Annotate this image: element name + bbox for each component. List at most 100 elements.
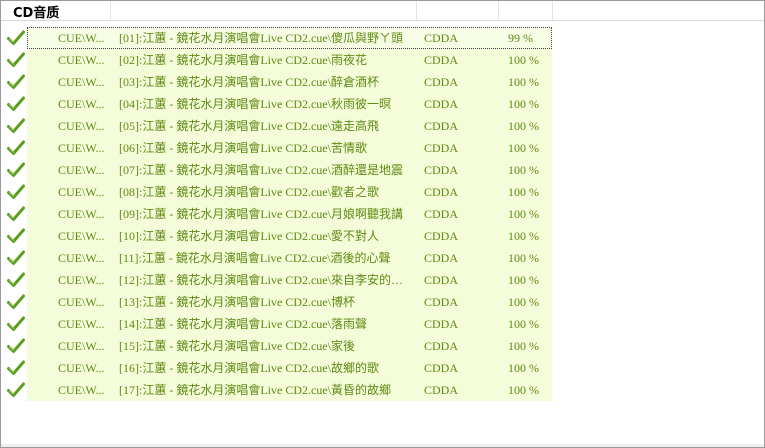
check-icon (7, 382, 25, 397)
track-row[interactable]: CUE\W... [10]:江蕙 - 鏡花水月演唱會Live CD2.cue\愛… (1, 225, 764, 247)
track-row[interactable]: CUE\W... [16]:江蕙 - 鏡花水月演唱會Live CD2.cue\故… (1, 357, 764, 379)
track-progress: 100 % (508, 163, 539, 177)
check-icon (7, 228, 25, 243)
track-name: [14]:江蕙 - 鏡花水月演唱會Live CD2.cue\落雨聲 (119, 317, 367, 331)
track-progress: 100 % (508, 339, 539, 353)
check-icon (7, 118, 25, 133)
track-name: [10]:江蕙 - 鏡花水月演唱會Live CD2.cue\愛不對人 (119, 229, 379, 243)
track-row[interactable]: CUE\W... [15]:江蕙 - 鏡花水月演唱會Live CD2.cue\家… (1, 335, 764, 357)
track-progress: 99 % (508, 31, 533, 45)
track-list[interactable]: CUE\W... [01]:江蕙 - 鏡花水月演唱會Live CD2.cue\傻… (1, 27, 764, 401)
track-progress: 100 % (508, 207, 539, 221)
track-name: [03]:江蕙 - 鏡花水月演唱會Live CD2.cue\醉倉酒杯 (119, 75, 379, 89)
list-header: CD音质 (1, 1, 764, 21)
track-format: CDDA (424, 53, 459, 67)
track-format: CDDA (424, 383, 459, 397)
track-path: CUE\W... (58, 251, 105, 265)
track-progress: 100 % (508, 273, 539, 287)
track-format: CDDA (424, 273, 459, 287)
track-name: [08]:江蕙 - 鏡花水月演唱會Live CD2.cue\歡者之歌 (119, 185, 379, 199)
track-progress: 100 % (508, 383, 539, 397)
track-progress: 100 % (508, 185, 539, 199)
track-row[interactable]: CUE\W... [08]:江蕙 - 鏡花水月演唱會Live CD2.cue\歡… (1, 181, 764, 203)
track-name: [11]:江蕙 - 鏡花水月演唱會Live CD2.cue\酒後的心聲 (119, 251, 391, 265)
check-icon (7, 140, 25, 155)
bottom-edge (1, 444, 764, 447)
track-progress: 100 % (508, 119, 539, 133)
track-format: CDDA (424, 251, 459, 265)
check-icon (7, 96, 25, 111)
column-title-cd-quality[interactable]: CD音质 (13, 2, 59, 21)
track-row[interactable]: CUE\W... [17]:江蕙 - 鏡花水月演唱會Live CD2.cue\黃… (1, 379, 764, 401)
column-divider[interactable] (416, 1, 417, 20)
track-format: CDDA (424, 97, 459, 111)
track-row[interactable]: CUE\W... [14]:江蕙 - 鏡花水月演唱會Live CD2.cue\落… (1, 313, 764, 335)
track-row[interactable]: CUE\W... [03]:江蕙 - 鏡花水月演唱會Live CD2.cue\醉… (1, 71, 764, 93)
check-icon (7, 74, 25, 89)
track-path: CUE\W... (58, 53, 105, 67)
column-divider[interactable] (498, 1, 499, 20)
check-icon (7, 206, 25, 221)
track-name: [01]:江蕙 - 鏡花水月演唱會Live CD2.cue\傻瓜與野ㄚ頭 (119, 31, 403, 45)
track-format: CDDA (424, 75, 459, 89)
track-progress: 100 % (508, 361, 539, 375)
track-format: CDDA (424, 163, 459, 177)
check-icon (7, 162, 25, 177)
track-progress: 100 % (508, 141, 539, 155)
check-icon (7, 250, 25, 265)
track-row[interactable]: CUE\W... [12]:江蕙 - 鏡花水月演唱會Live CD2.cue\來… (1, 269, 764, 291)
track-path: CUE\W... (58, 229, 105, 243)
track-format: CDDA (424, 185, 459, 199)
track-format: CDDA (424, 229, 459, 243)
track-path: CUE\W... (58, 119, 105, 133)
track-format: CDDA (424, 119, 459, 133)
track-path: CUE\W... (58, 295, 105, 309)
track-row[interactable]: CUE\W... [11]:江蕙 - 鏡花水月演唱會Live CD2.cue\酒… (1, 247, 764, 269)
track-progress: 100 % (508, 75, 539, 89)
track-progress: 100 % (508, 53, 539, 67)
track-name: [13]:江蕙 - 鏡花水月演唱會Live CD2.cue\博杯 (119, 295, 355, 309)
track-format: CDDA (424, 317, 459, 331)
track-row[interactable]: CUE\W... [01]:江蕙 - 鏡花水月演唱會Live CD2.cue\傻… (1, 27, 764, 49)
track-format: CDDA (424, 361, 459, 375)
track-name: [05]:江蕙 - 鏡花水月演唱會Live CD2.cue\遠走高飛 (119, 119, 379, 133)
track-format: CDDA (424, 141, 459, 155)
track-format: CDDA (424, 339, 459, 353)
track-row[interactable]: CUE\W... [05]:江蕙 - 鏡花水月演唱會Live CD2.cue\遠… (1, 115, 764, 137)
track-progress: 100 % (508, 251, 539, 265)
conversion-window: CD音质 CUE\W... [01]:江蕙 - 鏡花水月演唱會Live CD2.… (0, 0, 765, 448)
track-name: [15]:江蕙 - 鏡花水月演唱會Live CD2.cue\家後 (119, 339, 355, 353)
track-name: [06]:江蕙 - 鏡花水月演唱會Live CD2.cue\苦情歌 (119, 141, 367, 155)
track-name: [04]:江蕙 - 鏡花水月演唱會Live CD2.cue\秋雨彼一暝 (119, 97, 391, 111)
track-name: [16]:江蕙 - 鏡花水月演唱會Live CD2.cue\故鄉的歌 (119, 361, 379, 375)
track-row[interactable]: CUE\W... [09]:江蕙 - 鏡花水月演唱會Live CD2.cue\月… (1, 203, 764, 225)
track-row[interactable]: CUE\W... [02]:江蕙 - 鏡花水月演唱會Live CD2.cue\雨… (1, 49, 764, 71)
track-progress: 100 % (508, 229, 539, 243)
check-icon (7, 294, 25, 309)
track-row[interactable]: CUE\W... [13]:江蕙 - 鏡花水月演唱會Live CD2.cue\博… (1, 291, 764, 313)
check-icon (7, 52, 25, 67)
track-format: CDDA (424, 207, 459, 221)
track-format: CDDA (424, 31, 459, 45)
track-name: [02]:江蕙 - 鏡花水月演唱會Live CD2.cue\雨夜花 (119, 53, 367, 67)
track-path: CUE\W... (58, 273, 105, 287)
track-format: CDDA (424, 295, 459, 309)
check-icon (7, 272, 25, 287)
track-path: CUE\W... (58, 207, 105, 221)
track-path: CUE\W... (58, 339, 105, 353)
track-row[interactable]: CUE\W... [07]:江蕙 - 鏡花水月演唱會Live CD2.cue\酒… (1, 159, 764, 181)
track-row[interactable]: CUE\W... [04]:江蕙 - 鏡花水月演唱會Live CD2.cue\秋… (1, 93, 764, 115)
track-name: [09]:江蕙 - 鏡花水月演唱會Live CD2.cue\月娘啊聽我講 (119, 207, 403, 221)
column-divider[interactable] (110, 1, 111, 20)
check-icon (7, 184, 25, 199)
track-path: CUE\W... (58, 361, 105, 375)
track-path: CUE\W... (58, 141, 105, 155)
track-row[interactable]: CUE\W... [06]:江蕙 - 鏡花水月演唱會Live CD2.cue\苦… (1, 137, 764, 159)
track-name: [17]:江蕙 - 鏡花水月演唱會Live CD2.cue\黃昏的故鄉 (119, 383, 391, 397)
track-path: CUE\W... (58, 185, 105, 199)
track-name: [07]:江蕙 - 鏡花水月演唱會Live CD2.cue\酒醉還是地震 (119, 163, 403, 177)
column-divider[interactable] (552, 1, 553, 20)
check-icon (7, 30, 25, 45)
track-path: CUE\W... (58, 383, 105, 397)
check-icon (7, 316, 25, 331)
